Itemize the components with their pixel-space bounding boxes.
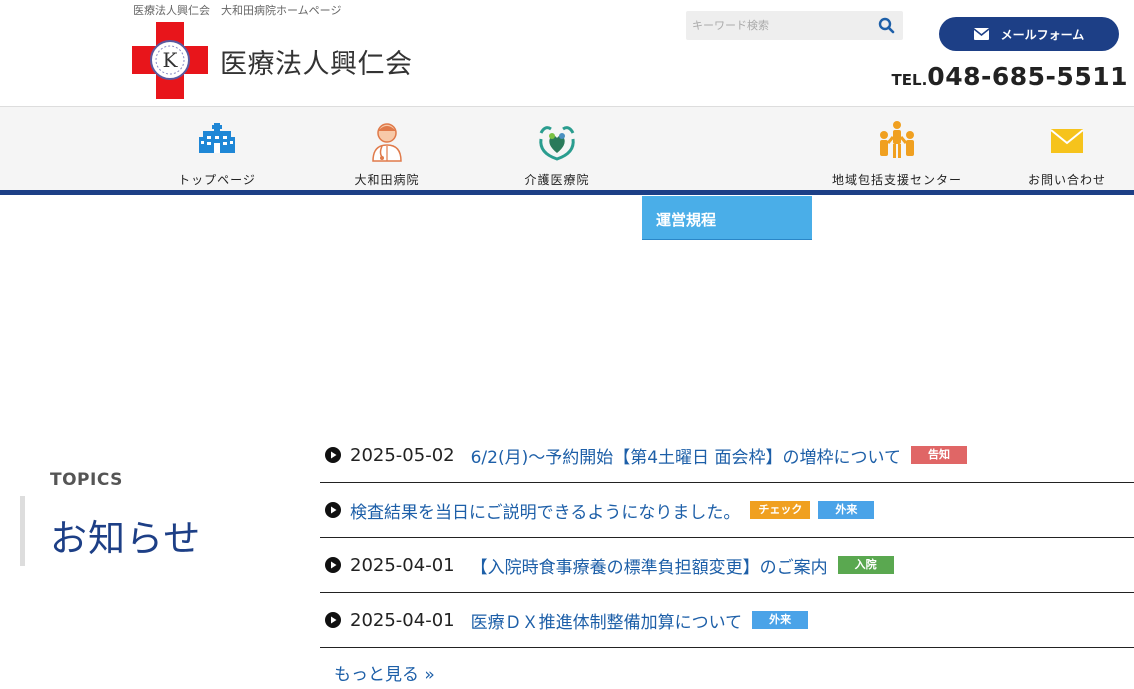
tel-number: 048-685-5511 <box>927 62 1128 91</box>
nav-item-top-page[interactable]: トップページ <box>132 107 302 191</box>
news-date: 2025-04-01 <box>350 609 455 631</box>
care-hands-icon <box>539 126 575 161</box>
nav-label-care-facility: 介護医療院 <box>524 173 590 187</box>
news-date: 2025-04-01 <box>350 554 455 576</box>
news-item: 2025-05-02 6/2(月)～予約開始【第4土曜日 面会枠】の増枠について… <box>320 428 1134 483</box>
category-badge[interactable]: 入院 <box>837 556 894 574</box>
logo-cross-icon[interactable]: K <box>132 22 208 99</box>
envelope-icon <box>1050 129 1084 153</box>
play-bullet-icon <box>325 557 341 573</box>
hospital-building-icon <box>199 123 235 153</box>
news-item: 検査結果を当日にご説明できるようになりました。 チェック 外来 <box>320 483 1134 538</box>
play-bullet-icon <box>325 612 341 628</box>
community-people-icon <box>880 121 914 158</box>
nav-label-contact: お問い合わせ <box>1027 173 1106 187</box>
news-date: 2025-05-02 <box>350 444 455 466</box>
category-badge[interactable]: 外来 <box>752 611 809 629</box>
phone-number[interactable]: TEL.048-685-5511 <box>892 62 1128 91</box>
more-news-link[interactable]: もっと見る » <box>334 660 435 685</box>
category-badge[interactable]: 外来 <box>818 501 875 519</box>
envelope-icon <box>973 28 989 40</box>
dropdown-item-operating-rules[interactable]: 運営規程 <box>642 196 812 240</box>
nav-item-owada-hospital[interactable]: 大和田病院 <box>302 107 472 191</box>
news-item: 2025-04-01 【入院時食事療養の標準負担額変更】のご案内 入院 <box>320 538 1134 593</box>
nav-item-care-facility[interactable]: 介護医療院 <box>472 107 642 191</box>
search-box <box>686 11 903 40</box>
site-tagline: 医療法人興仁会 大和田病院ホームページ <box>133 4 342 17</box>
nav-label-owada-hospital: 大和田病院 <box>354 173 420 187</box>
mail-form-button[interactable]: メールフォーム <box>939 17 1119 51</box>
news-title-link[interactable]: 検査結果を当日にご説明できるようになりました。 <box>350 498 740 523</box>
search-input[interactable] <box>686 11 871 40</box>
news-title-link[interactable]: 医療ＤＸ推進体制整備加算について <box>471 608 743 633</box>
site-title[interactable]: 医療法人興仁会 <box>220 42 413 81</box>
topics-accent-bar <box>20 496 25 566</box>
play-bullet-icon <box>325 447 341 463</box>
nav-underline <box>0 190 1134 195</box>
news-title-link[interactable]: 6/2(月)～予約開始【第4土曜日 面会枠】の増枠について <box>471 443 901 468</box>
main-nav: トップページ 大和田病院 介護医療院 地域包括支援センター お問い合わせ <box>0 106 1134 190</box>
news-title-link[interactable]: 【入院時食事療養の標準負担額変更】のご案内 <box>471 553 828 578</box>
tel-prefix: TEL. <box>891 71 928 89</box>
play-bullet-icon <box>325 502 341 518</box>
nav-label-top-page: トップページ <box>178 173 256 187</box>
news-item: 2025-04-01 医療ＤＸ推進体制整備加算について 外来 <box>320 593 1134 648</box>
nav-item-contact[interactable]: お問い合わせ <box>982 107 1134 191</box>
logo-letter: K <box>163 48 179 72</box>
site-header: 医療法人興仁会 大和田病院ホームページ K 医療法人興仁会 メールフォーム TE… <box>0 0 1134 106</box>
topics-heading-en: TOPICS <box>50 470 123 490</box>
nav-label-community-support: 地域包括支援センター <box>831 173 962 187</box>
nav-item-community-support[interactable]: 地域包括支援センター <box>812 107 982 191</box>
topics-heading: TOPICS お知らせ <box>20 470 280 570</box>
category-badge[interactable]: 告知 <box>910 446 967 464</box>
news-list: 2025-05-02 6/2(月)～予約開始【第4土曜日 面会枠】の増枠について… <box>320 428 1134 648</box>
search-icon[interactable] <box>878 17 895 34</box>
mail-form-label: メールフォーム <box>1000 27 1085 42</box>
doctor-icon <box>372 123 402 162</box>
category-badge[interactable]: チェック <box>750 501 811 519</box>
topics-heading-jp: お知らせ <box>50 517 202 560</box>
